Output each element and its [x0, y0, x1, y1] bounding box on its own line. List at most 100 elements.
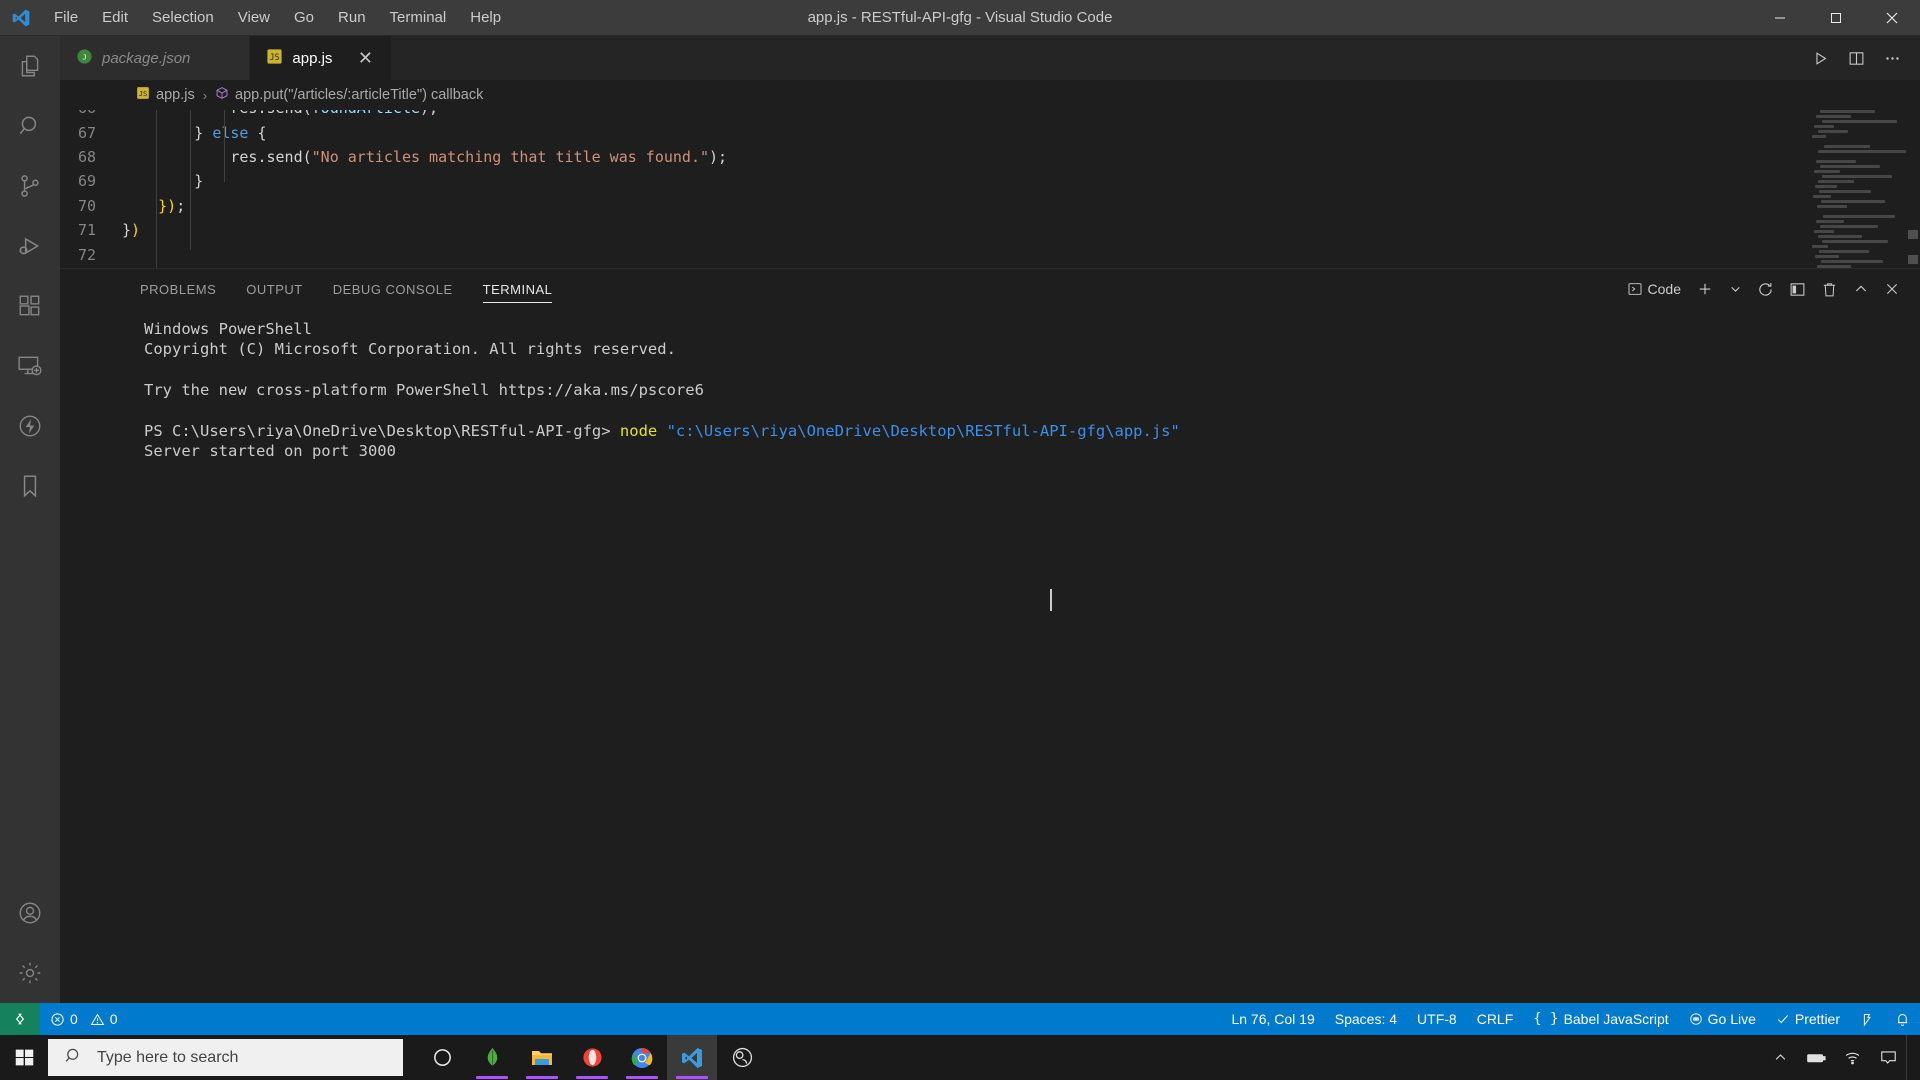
taskbar-mongodb-compass-icon[interactable]	[467, 1035, 517, 1080]
restart-terminal-icon[interactable]	[1751, 274, 1780, 304]
status-go-live[interactable]: Go Live	[1679, 1003, 1766, 1035]
menu-item-run[interactable]: Run	[326, 5, 378, 30]
minimap-line	[1821, 200, 1885, 203]
start-button[interactable]	[0, 1035, 48, 1080]
status-eol[interactable]: CRLF	[1467, 1003, 1524, 1035]
close-button[interactable]	[1864, 0, 1920, 36]
panel-actions: Code	[1621, 274, 1920, 304]
tab-debug-console[interactable]: DEBUG CONSOLE	[333, 275, 453, 303]
status-notifications-bell-icon[interactable]	[1885, 1003, 1920, 1035]
menu-item-go[interactable]: Go	[282, 5, 326, 30]
battery-icon[interactable]	[1798, 1035, 1834, 1080]
menu-item-file[interactable]: File	[42, 5, 90, 30]
minimap-line	[1817, 205, 1847, 208]
close-panel-icon[interactable]	[1878, 274, 1906, 304]
tab-problems[interactable]: PROBLEMS	[140, 275, 216, 303]
code-line[interactable]: 69 }	[60, 169, 1920, 193]
code-line[interactable]: 71})	[60, 218, 1920, 242]
remote-window-button[interactable]	[0, 1003, 40, 1035]
manage-gear-icon[interactable]	[0, 943, 60, 1003]
code-line[interactable]: 66 res.send(foundArticle);	[60, 110, 1920, 120]
status-language-mode[interactable]: { } Babel JavaScript	[1523, 1003, 1678, 1035]
terminal-line	[144, 401, 1920, 421]
code-text[interactable]: res.send(foundArticle);	[122, 110, 1920, 117]
tab-close-icon[interactable]: ✕	[355, 49, 375, 67]
code-text[interactable]: })	[122, 221, 1920, 239]
taskbar-google-chrome-icon[interactable]	[617, 1035, 667, 1080]
menu-item-view[interactable]: View	[226, 5, 282, 30]
tab-output[interactable]: OUTPUT	[246, 275, 302, 303]
status-indentation[interactable]: Spaces: 4	[1325, 1003, 1407, 1035]
minimap[interactable]	[1806, 110, 1906, 268]
status-encoding[interactable]: UTF-8	[1407, 1003, 1467, 1035]
menu-item-selection[interactable]: Selection	[140, 5, 226, 30]
tab-terminal[interactable]: TERMINAL	[482, 275, 553, 303]
terminal-line: PS C:\Users\riya\OneDrive\Desktop\RESTfu…	[144, 421, 1920, 441]
tab-app-js[interactable]: JS app.js ✕	[250, 36, 393, 80]
taskbar-vscode-icon[interactable]	[667, 1035, 717, 1080]
more-actions-icon[interactable]	[1876, 42, 1908, 74]
menu-item-help[interactable]: Help	[458, 5, 513, 30]
sidebar-item-explorer[interactable]	[0, 36, 60, 96]
terminal-line	[144, 360, 1920, 380]
terminal-profile-dropdown-icon[interactable]	[1723, 274, 1748, 304]
maximize-panel-icon[interactable]	[1847, 274, 1875, 304]
split-terminal-icon[interactable]	[1783, 274, 1812, 304]
scrollbar-thumb[interactable]	[1908, 230, 1918, 239]
sidebar-item-search[interactable]	[0, 96, 60, 156]
sidebar-item-remote-explorer[interactable]	[0, 336, 60, 396]
code-line[interactable]: 67 } else {	[60, 120, 1920, 144]
launch-profile-button[interactable]: Code	[1621, 274, 1687, 304]
minimap-line	[1815, 255, 1839, 258]
minimize-button[interactable]	[1752, 0, 1808, 36]
breadcrumb-file[interactable]: JS app.js	[136, 86, 195, 104]
code-text[interactable]: });	[122, 197, 1920, 215]
terminal-output[interactable]: Windows PowerShell Copyright (C) Microsof…	[60, 309, 1920, 1003]
warning-count: 0	[109, 1011, 118, 1027]
status-prettier[interactable]: Prettier	[1766, 1003, 1850, 1035]
code-text[interactable]: }	[122, 172, 1920, 190]
taskbar-cortana-icon[interactable]	[417, 1035, 467, 1080]
scrollbar-thumb[interactable]	[1908, 255, 1918, 264]
activity-bar	[0, 36, 60, 1003]
show-desktop-button[interactable]	[1906, 1035, 1914, 1080]
taskbar-search[interactable]: Type here to search	[48, 1039, 403, 1076]
status-badge-problems[interactable]: 0 0	[40, 1003, 128, 1035]
sidebar-item-source-control[interactable]	[0, 156, 60, 216]
wifi-icon[interactable]	[1834, 1035, 1870, 1080]
tab-package-json[interactable]: J package.json ✕	[60, 36, 251, 80]
split-editor-icon[interactable]	[1840, 42, 1872, 74]
run-code-icon[interactable]	[1804, 42, 1836, 74]
maximize-button[interactable]	[1808, 0, 1864, 36]
sidebar-item-bookmarks[interactable]	[0, 456, 60, 516]
status-cursor-position[interactable]: Ln 76, Col 19	[1221, 1003, 1324, 1035]
taskbar-file-explorer-icon[interactable]	[517, 1035, 567, 1080]
minimap-line	[1814, 230, 1834, 233]
code-line[interactable]: 73//replacing a specific article	[60, 267, 1920, 268]
show-hidden-icons-chevron-icon[interactable]	[1762, 1035, 1798, 1080]
menu-item-edit[interactable]: Edit	[90, 5, 140, 30]
action-center-icon[interactable]	[1870, 1035, 1906, 1080]
sidebar-item-thunder-client[interactable]	[0, 396, 60, 456]
taskbar-opera-icon[interactable]	[567, 1035, 617, 1080]
menu-item-terminal[interactable]: Terminal	[378, 5, 459, 30]
new-terminal-button[interactable]	[1690, 274, 1720, 304]
code-line[interactable]: 70 });	[60, 194, 1920, 218]
code-text[interactable]: res.send("No articles matching that titl…	[122, 148, 1920, 166]
code-lines[interactable]: 66 res.send(foundArticle);67 } else {68 …	[60, 110, 1920, 268]
breadcrumb-symbol[interactable]: app.put("/articles/:articleTitle") callb…	[215, 86, 483, 104]
code-editor[interactable]: 66 res.send(foundArticle);67 } else {68 …	[60, 110, 1920, 268]
panel-tab-bar: PROBLEMS OUTPUT DEBUG CONSOLE TERMINAL C…	[60, 269, 1920, 309]
accounts-icon[interactable]	[0, 883, 60, 943]
taskbar-obs-studio-icon[interactable]	[717, 1035, 767, 1080]
indent-guide	[190, 110, 191, 250]
code-line[interactable]: 68 res.send("No articles matching that t…	[60, 145, 1920, 169]
status-feedback-icon[interactable]	[1850, 1003, 1885, 1035]
editor-scrollbar[interactable]	[1906, 110, 1920, 268]
kill-terminal-icon[interactable]	[1815, 274, 1844, 304]
sidebar-item-run-and-debug[interactable]	[0, 216, 60, 276]
code-token: foundArticle	[312, 110, 420, 117]
sidebar-item-extensions[interactable]	[0, 276, 60, 336]
code-line[interactable]: 72	[60, 242, 1920, 266]
code-text[interactable]: } else {	[122, 124, 1920, 142]
